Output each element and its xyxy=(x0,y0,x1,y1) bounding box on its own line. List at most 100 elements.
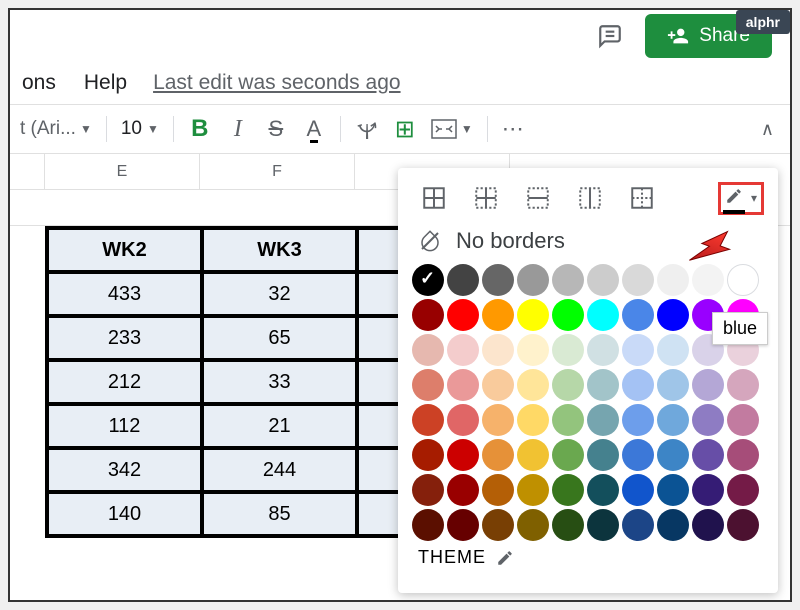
cell[interactable]: 32 xyxy=(202,272,357,316)
color-swatch[interactable] xyxy=(552,334,584,366)
theme-section[interactable]: THEME xyxy=(418,547,764,568)
color-swatch[interactable] xyxy=(482,509,514,541)
color-swatch[interactable] xyxy=(622,404,654,436)
cell[interactable]: 140 xyxy=(47,492,202,536)
color-swatch[interactable] xyxy=(622,439,654,471)
color-swatch[interactable] xyxy=(517,369,549,401)
color-swatch[interactable] xyxy=(412,439,444,471)
color-swatch[interactable] xyxy=(692,474,724,506)
color-swatch[interactable] xyxy=(622,369,654,401)
color-swatch[interactable] xyxy=(482,439,514,471)
color-swatch[interactable] xyxy=(552,509,584,541)
last-edit-link[interactable]: Last edit was seconds ago xyxy=(153,71,401,95)
color-swatch[interactable] xyxy=(517,439,549,471)
italic-button[interactable]: I xyxy=(220,111,256,147)
more-button[interactable]: ⋯ xyxy=(496,111,532,147)
color-swatch[interactable] xyxy=(517,334,549,366)
strikethrough-button[interactable]: S xyxy=(258,111,294,147)
merge-button[interactable]: ▼ xyxy=(425,111,479,147)
color-swatch[interactable] xyxy=(552,264,584,296)
cell[interactable]: 21 xyxy=(202,404,357,448)
color-swatch[interactable] xyxy=(552,404,584,436)
color-swatch[interactable] xyxy=(622,264,654,296)
fill-color-button[interactable]: 🝤 xyxy=(349,111,385,147)
color-swatch[interactable] xyxy=(727,509,759,541)
color-swatch[interactable] xyxy=(587,439,619,471)
color-swatch[interactable] xyxy=(482,474,514,506)
border-color-button[interactable]: ▾ xyxy=(718,182,764,215)
color-swatch[interactable] xyxy=(482,369,514,401)
color-swatch[interactable] xyxy=(447,334,479,366)
color-swatch[interactable] xyxy=(657,439,689,471)
color-swatch[interactable] xyxy=(657,474,689,506)
border-inner-icon[interactable] xyxy=(464,180,508,216)
font-selector[interactable]: t (Ari...▼ xyxy=(14,111,98,147)
color-swatch[interactable] xyxy=(517,404,549,436)
row-header-corner[interactable] xyxy=(10,154,45,190)
color-swatch[interactable] xyxy=(447,299,479,331)
col-header-e[interactable]: E xyxy=(45,154,200,190)
color-swatch[interactable] xyxy=(587,299,619,331)
border-horizontal-icon[interactable] xyxy=(516,180,560,216)
color-swatch[interactable] xyxy=(482,299,514,331)
color-swatch[interactable] xyxy=(657,404,689,436)
cell[interactable]: 33 xyxy=(202,360,357,404)
borders-button[interactable]: ⊞ xyxy=(387,111,423,147)
color-swatch[interactable] xyxy=(482,404,514,436)
color-swatch[interactable] xyxy=(657,509,689,541)
color-swatch[interactable] xyxy=(447,404,479,436)
color-swatch[interactable] xyxy=(412,369,444,401)
color-swatch[interactable] xyxy=(622,509,654,541)
border-outer-icon[interactable] xyxy=(620,180,664,216)
color-swatch[interactable] xyxy=(482,334,514,366)
color-swatch[interactable] xyxy=(482,264,514,296)
color-swatch[interactable] xyxy=(692,404,724,436)
color-swatch[interactable] xyxy=(447,509,479,541)
color-swatch[interactable] xyxy=(412,509,444,541)
color-swatch[interactable] xyxy=(692,369,724,401)
color-swatch[interactable] xyxy=(552,369,584,401)
color-swatch[interactable] xyxy=(412,299,444,331)
cell[interactable]: 244 xyxy=(202,448,357,492)
cell[interactable]: 342 xyxy=(47,448,202,492)
color-swatch[interactable] xyxy=(657,299,689,331)
cell[interactable]: 65 xyxy=(202,316,357,360)
color-swatch[interactable] xyxy=(727,404,759,436)
bold-button[interactable]: B xyxy=(182,111,218,147)
color-swatch[interactable] xyxy=(552,299,584,331)
menu-extensions[interactable]: ons xyxy=(10,66,68,100)
color-swatch[interactable] xyxy=(412,474,444,506)
border-all-icon[interactable] xyxy=(412,180,456,216)
color-swatch[interactable] xyxy=(587,264,619,296)
color-swatch[interactable] xyxy=(727,369,759,401)
cell[interactable]: 85 xyxy=(202,492,357,536)
color-swatch[interactable] xyxy=(447,264,479,296)
table-header[interactable]: WK3 xyxy=(202,228,357,272)
color-swatch[interactable] xyxy=(657,369,689,401)
color-swatch[interactable] xyxy=(657,334,689,366)
color-swatch[interactable] xyxy=(412,404,444,436)
menu-help[interactable]: Help xyxy=(72,66,139,100)
color-swatch[interactable] xyxy=(622,474,654,506)
color-swatch[interactable] xyxy=(517,509,549,541)
color-swatch[interactable] xyxy=(622,334,654,366)
color-swatch[interactable] xyxy=(587,509,619,541)
col-header-f[interactable]: F xyxy=(200,154,355,190)
color-swatch[interactable] xyxy=(587,334,619,366)
text-color-button[interactable]: A xyxy=(296,111,332,147)
collapse-icon[interactable]: ∧ xyxy=(761,119,774,140)
color-swatch[interactable] xyxy=(552,474,584,506)
color-swatch[interactable] xyxy=(727,474,759,506)
color-swatch[interactable] xyxy=(412,334,444,366)
comment-icon[interactable] xyxy=(597,23,623,49)
cell[interactable]: 433 xyxy=(47,272,202,316)
color-swatch[interactable] xyxy=(447,439,479,471)
color-swatch[interactable] xyxy=(447,474,479,506)
color-swatch[interactable] xyxy=(552,439,584,471)
cell[interactable]: 112 xyxy=(47,404,202,448)
border-vertical-icon[interactable] xyxy=(568,180,612,216)
color-swatch[interactable] xyxy=(622,299,654,331)
color-swatch[interactable] xyxy=(692,439,724,471)
color-swatch[interactable] xyxy=(727,439,759,471)
cell[interactable]: 233 xyxy=(47,316,202,360)
